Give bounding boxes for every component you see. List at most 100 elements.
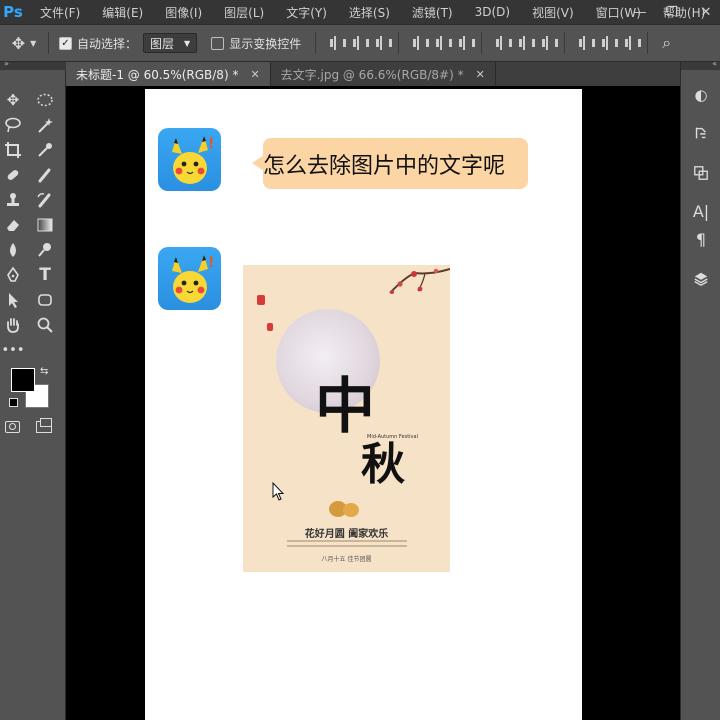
chevron-down-icon: ▼	[184, 38, 191, 48]
toolbar-collapse-handle[interactable]: »	[0, 59, 66, 70]
default-colors-icon[interactable]	[9, 398, 18, 407]
close-icon[interactable]: ✕	[694, 0, 718, 24]
tab-untitled-1[interactable]: 未标题-1 @ 60.5%(RGB/8) * ✕	[66, 62, 271, 86]
history-brush-tool-icon[interactable]	[33, 189, 57, 211]
panels-dock: « ◐ A| ¶	[680, 59, 720, 720]
question-text: 怎么去除图片中的文字呢	[263, 153, 506, 179]
magic-wand-tool-icon[interactable]	[33, 114, 57, 136]
auto-select-target-value: 图层	[150, 36, 175, 51]
divider	[398, 32, 400, 54]
question-bubble: 怎么去除图片中的文字呢	[252, 138, 528, 189]
close-icon[interactable]: ✕	[250, 68, 259, 81]
show-transform-label: 显示变换控件	[229, 36, 302, 51]
more-tools-icon[interactable]: •••	[1, 339, 25, 361]
mid-autumn-poster: 中 Mid-Autumn Festival 秋 花好月圆 阖家欢乐 八月十五 佳…	[243, 265, 450, 572]
auto-select-label: 自动选择：	[77, 36, 138, 51]
distribute-right-icon[interactable]	[623, 35, 642, 51]
distribute-left-icon[interactable]	[577, 35, 596, 51]
brush-tool-icon[interactable]	[33, 164, 57, 186]
poster-title-sub: 秋	[361, 439, 405, 490]
collapse-arrows-icon: »	[4, 59, 9, 68]
align-bottom-icon[interactable]	[374, 35, 393, 51]
divider	[315, 32, 317, 54]
auto-select-target-dropdown[interactable]: 图层 ▼	[143, 33, 198, 53]
menu-file[interactable]: 文件(F)	[26, 4, 88, 21]
menu-layer[interactable]: 图层(L)	[210, 4, 272, 21]
menu-select[interactable]: 选择(S)	[335, 4, 398, 21]
menu-bar: Ps 文件(F) 编辑(E) 图像(I) 图层(L) 文字(Y) 选择(S) 滤…	[0, 0, 720, 24]
foreground-color-swatch[interactable]	[11, 368, 35, 392]
eraser-tool-icon[interactable]	[1, 214, 25, 236]
clone-source-icon[interactable]	[689, 162, 713, 184]
mouse-cursor-icon	[272, 482, 285, 501]
quick-mask-icon[interactable]	[5, 421, 20, 433]
align-vcenter-icon[interactable]	[351, 35, 370, 51]
restore-icon[interactable]: ❐	[660, 0, 684, 24]
document-tab-bar: 未标题-1 @ 60.5%(RGB/8) * ✕ 去文字.jpg @ 66.6%…	[66, 62, 680, 86]
bubble-tail	[252, 155, 264, 171]
align-right-icon[interactable]	[457, 35, 476, 51]
menu-3d[interactable]: 3D(D)	[461, 5, 518, 19]
poster-fine-print-line	[287, 545, 407, 547]
panels-collapse-handle[interactable]: «	[681, 59, 720, 70]
tab-remove-text-jpg[interactable]: 去文字.jpg @ 66.6%(RGB/8#) * ✕	[270, 62, 496, 86]
align-hcenter-icon[interactable]	[434, 35, 453, 51]
tab-label: 去文字.jpg @ 66.6%(RGB/8#) *	[280, 67, 464, 82]
eyedropper-tool-icon[interactable]	[33, 139, 57, 161]
rectangle-tool-icon[interactable]	[33, 289, 57, 311]
svg-text:!: !	[208, 255, 214, 271]
layers-panel-icon[interactable]	[689, 268, 713, 290]
tools-panel: ✥ T ••• ⇆	[0, 70, 66, 720]
lasso-tool-icon[interactable]	[1, 114, 25, 136]
distribute-hcenter-icon[interactable]	[600, 35, 619, 51]
clone-stamp-tool-icon[interactable]	[1, 189, 25, 211]
pikachu-avatar: !	[158, 247, 221, 310]
show-transform-checkbox[interactable]	[211, 36, 225, 50]
pen-tool-icon[interactable]	[1, 264, 25, 286]
move-tool-icon[interactable]: ✥	[1, 89, 25, 111]
menu-view[interactable]: 视图(V)	[518, 4, 582, 21]
screen-mode-icon[interactable]	[36, 418, 52, 433]
distribute-top-icon[interactable]	[494, 35, 513, 51]
options-bar: ✥ ▼ ✓ 自动选择： 图层 ▼ 显示变换控件 ⌕	[0, 24, 720, 62]
svg-text:!: !	[208, 136, 214, 152]
chevron-down-icon: ▼	[30, 38, 37, 48]
menu-image[interactable]: 图像(I)	[151, 4, 210, 21]
crop-tool-icon[interactable]	[1, 139, 25, 161]
swap-colors-icon[interactable]: ⇆	[40, 366, 48, 377]
hand-tool-icon[interactable]	[1, 314, 25, 336]
healing-brush-tool-icon[interactable]	[1, 164, 25, 186]
search-icon[interactable]: ⌕	[662, 33, 671, 53]
poster-footer: 八月十五 佳节团圆	[321, 556, 372, 563]
zoom-tool-icon[interactable]	[33, 314, 57, 336]
dodge-tool-icon[interactable]	[33, 239, 57, 261]
divider	[48, 32, 49, 54]
red-lantern-icon	[257, 295, 265, 305]
distribute-bottom-icon[interactable]	[540, 35, 559, 51]
paragraph-panel-icon[interactable]: ¶	[689, 228, 713, 250]
poster-title-main: 中	[315, 372, 375, 442]
character-panel-icon[interactable]: A|	[689, 200, 713, 222]
path-selection-tool-icon[interactable]	[1, 289, 25, 311]
align-top-icon[interactable]	[328, 35, 347, 51]
gradient-tool-icon[interactable]	[33, 214, 57, 236]
marquee-tool-icon[interactable]	[33, 89, 57, 111]
move-icon: ✥	[11, 33, 26, 53]
menu-type[interactable]: 文字(Y)	[272, 4, 335, 21]
menu-filter[interactable]: 滤镜(T)	[398, 4, 461, 21]
menu-edit[interactable]: 编辑(E)	[88, 4, 151, 21]
auto-select-checkbox[interactable]: ✓	[59, 36, 72, 50]
close-icon[interactable]: ✕	[476, 68, 485, 81]
move-tool-preset[interactable]: ✥ ▼	[0, 34, 48, 53]
align-left-icon[interactable]	[411, 35, 430, 51]
plum-blossom-branch	[389, 268, 450, 294]
history-panel-icon[interactable]	[689, 122, 713, 144]
mooncake-image	[343, 503, 359, 517]
photoshop-logo: Ps	[3, 3, 23, 21]
type-tool-icon[interactable]: T	[33, 264, 57, 286]
pikachu-avatar: !	[158, 128, 221, 191]
distribute-vcenter-icon[interactable]	[517, 35, 536, 51]
blur-tool-icon[interactable]	[1, 239, 25, 261]
adjustments-icon[interactable]: ◐	[689, 84, 713, 106]
minimize-icon[interactable]: —	[628, 0, 652, 24]
